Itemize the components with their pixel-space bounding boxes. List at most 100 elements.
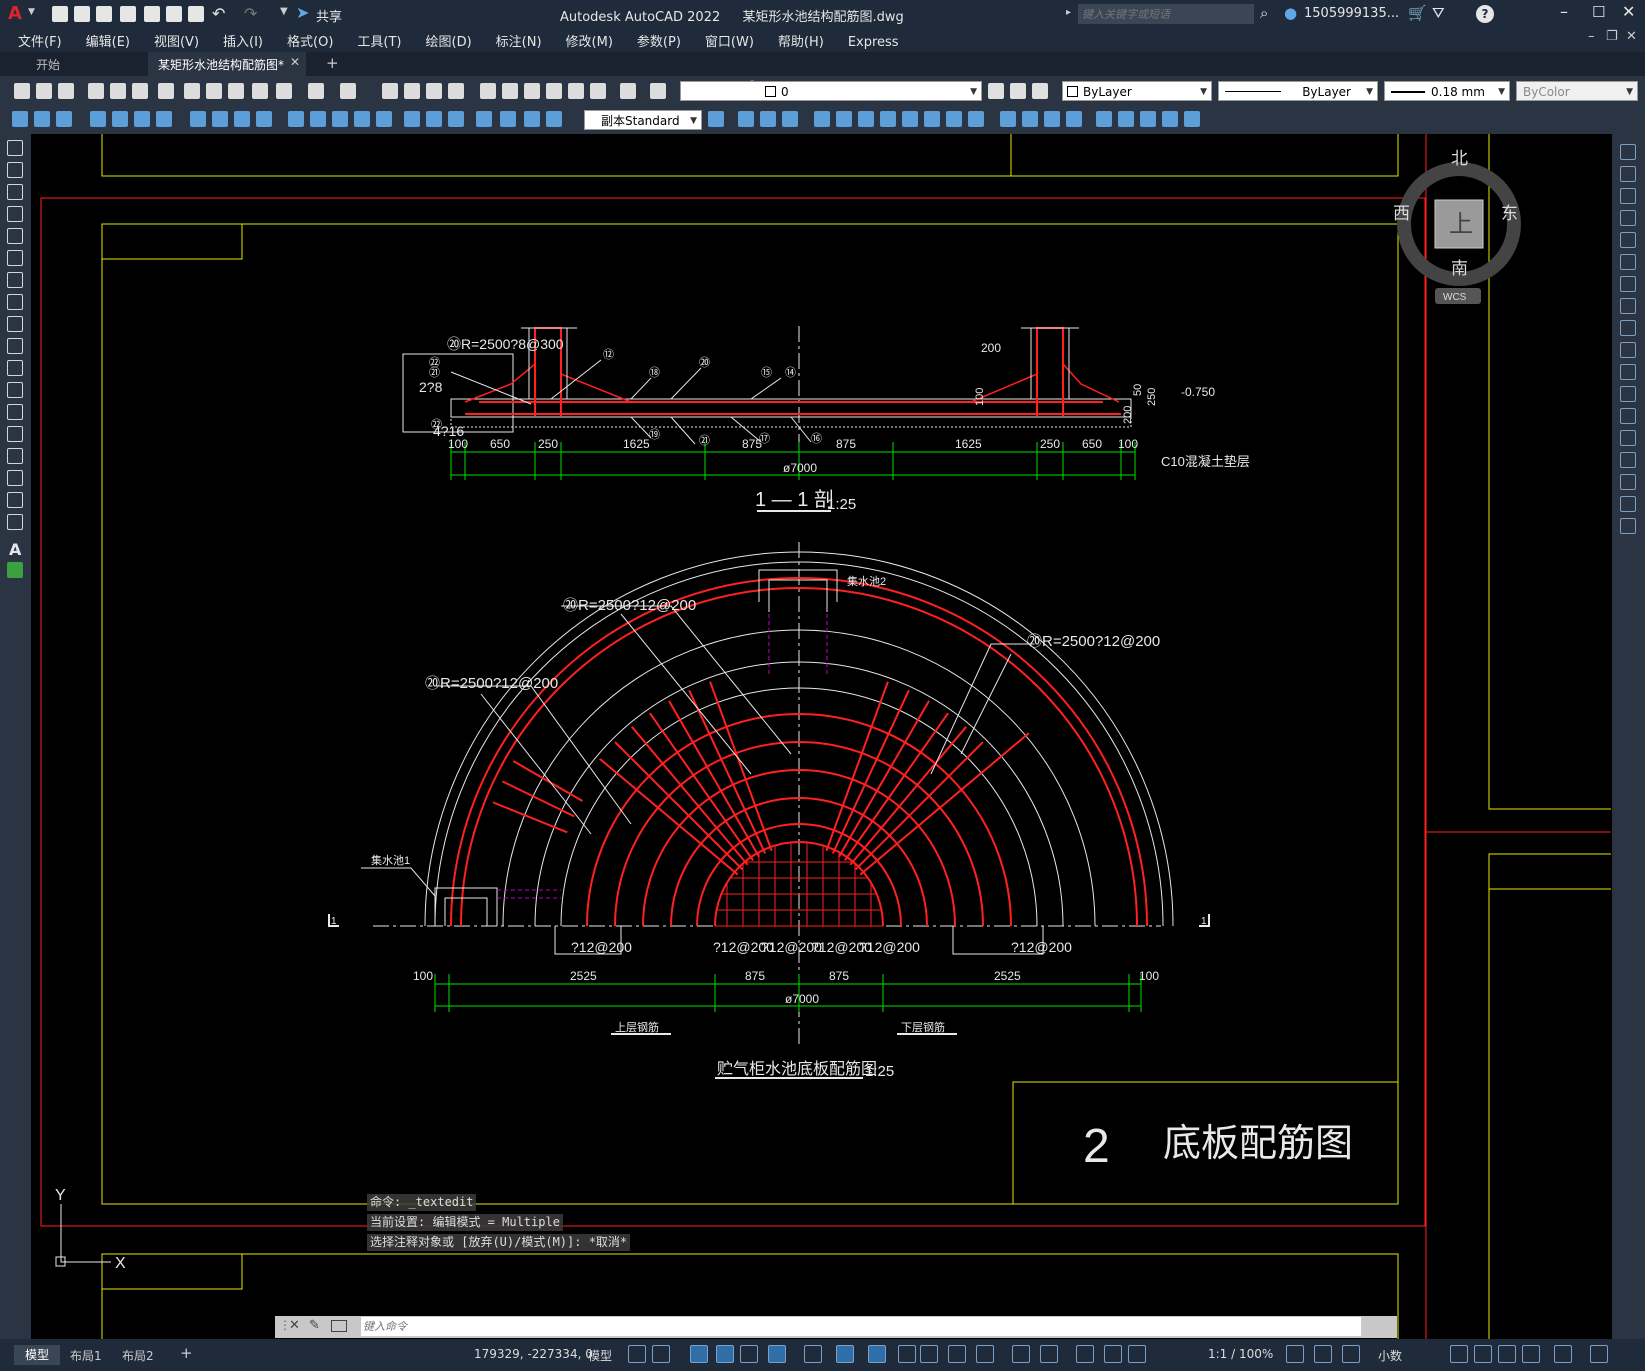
user-name[interactable]: 1505999135... [1304, 6, 1399, 21]
polyline-icon[interactable] [7, 184, 23, 200]
baseline-dim-icon[interactable] [310, 111, 326, 127]
menu-item-1[interactable]: 编辑(E) [86, 31, 130, 50]
subtract-icon[interactable] [880, 111, 896, 127]
extrude-icon[interactable] [814, 111, 830, 127]
view-icon-3[interactable] [1044, 111, 1060, 127]
calculator-icon[interactable] [590, 83, 606, 99]
text-style-dropdown[interactable]: 副本Standard ▼ [584, 110, 702, 130]
menu-item-5[interactable]: 工具(T) [357, 31, 401, 50]
selection-cycling-icon[interactable] [948, 1345, 966, 1363]
annotation-visibility-icon[interactable] [1104, 1345, 1122, 1363]
tool-palettes-icon[interactable] [524, 83, 540, 99]
visual-style-icon[interactable] [1096, 111, 1112, 127]
copy-icon[interactable] [206, 83, 222, 99]
material-icon[interactable] [1162, 111, 1178, 127]
user-icon[interactable]: ● [1284, 4, 1297, 22]
copy-object-icon[interactable] [1620, 166, 1636, 182]
insert-icon[interactable] [7, 382, 23, 398]
viewcube-south[interactable]: 南 [1451, 259, 1468, 278]
menu-item-6[interactable]: 绘图(D) [426, 31, 472, 50]
osnap-icon[interactable] [868, 1345, 886, 1363]
ellipse-arc-icon[interactable] [7, 360, 23, 376]
3d-print-icon[interactable] [158, 83, 174, 99]
point-icon[interactable] [56, 111, 72, 127]
selection-filter-icon[interactable] [1040, 1345, 1058, 1363]
explode-icon[interactable] [1620, 518, 1636, 534]
union-icon[interactable] [858, 111, 874, 127]
blend-icon[interactable] [1620, 496, 1636, 512]
mtext-icon[interactable]: A [9, 540, 21, 559]
add-layout-button[interactable]: + [180, 1344, 193, 1362]
viewcube-north[interactable]: 北 [1451, 149, 1468, 168]
grid-icon[interactable] [628, 1345, 646, 1363]
lineweight-icon[interactable] [898, 1345, 916, 1363]
command-close-icon[interactable]: ✕ [289, 1318, 300, 1333]
search-expand-icon[interactable]: ▸ [1066, 7, 1071, 18]
break-at-point-icon[interactable] [1620, 386, 1636, 402]
osnap-track-icon[interactable] [836, 1345, 854, 1363]
hardware-accel-icon[interactable] [1522, 1345, 1540, 1363]
properties-icon[interactable] [480, 83, 496, 99]
plot-preview-icon[interactable] [110, 83, 126, 99]
rotate-icon[interactable] [1620, 276, 1636, 292]
coordinate-readout[interactable]: 179329, -227334, 0 [474, 1347, 593, 1361]
jogged-linear-icon[interactable] [476, 111, 492, 127]
undo-icon[interactable]: ↶ [212, 4, 225, 23]
polar-icon[interactable] [768, 1345, 786, 1363]
auto-scale-icon[interactable] [1128, 1345, 1146, 1363]
join-icon[interactable] [1620, 430, 1636, 446]
transparency-icon[interactable] [920, 1345, 938, 1363]
help-icon[interactable]: ? [1476, 5, 1494, 23]
workspace-icon[interactable] [1286, 1345, 1304, 1363]
clean-screen-icon[interactable] [1554, 1345, 1572, 1363]
tab-start[interactable]: 开始 [0, 52, 148, 76]
viewcube-top[interactable]: 上 [1449, 211, 1473, 238]
slice-icon[interactable] [924, 111, 940, 127]
move-icon[interactable] [1620, 254, 1636, 270]
ellipse-icon[interactable] [7, 338, 23, 354]
annotation-monitor-icon[interactable] [1314, 1345, 1332, 1363]
trim-icon[interactable] [1620, 342, 1636, 358]
light-icon[interactable] [1140, 111, 1156, 127]
dim-text-edit-icon[interactable] [524, 111, 540, 127]
mirror-icon[interactable] [1620, 188, 1636, 204]
radius-dim-icon[interactable] [190, 111, 206, 127]
table-icon[interactable] [7, 514, 23, 530]
design-center-icon[interactable] [502, 83, 518, 99]
app-menu-chevron-icon[interactable]: ▼ [28, 7, 35, 17]
save-icon[interactable] [58, 83, 74, 99]
layer-dropdown[interactable]: 0 ▼ [680, 81, 982, 101]
construction-line-icon[interactable] [7, 162, 23, 178]
cart-icon[interactable]: 🛒 [1408, 4, 1427, 22]
layer-match-icon[interactable] [1032, 83, 1048, 99]
pan-icon[interactable] [382, 83, 398, 99]
tab-model[interactable]: 模型 [14, 1345, 60, 1365]
hatch-icon[interactable] [7, 448, 23, 464]
tab-layout1[interactable]: 布局1 [70, 1347, 102, 1364]
app-logo-icon[interactable]: A [8, 3, 26, 25]
plotstyle-dropdown[interactable]: ByColor ▼ [1516, 81, 1638, 101]
zoom-previous-icon[interactable] [448, 83, 464, 99]
region-icon[interactable] [7, 492, 23, 508]
aligned-dim-icon[interactable] [112, 111, 128, 127]
minimize-button[interactable]: – [1560, 2, 1568, 21]
shell-icon[interactable] [968, 111, 984, 127]
annotation-scale[interactable]: 1:1 / 100% [1208, 1347, 1273, 1361]
offset-icon[interactable] [1620, 210, 1636, 226]
search-input[interactable] [1078, 4, 1254, 24]
3d-osnap-icon[interactable] [976, 1345, 994, 1363]
camera-icon[interactable] [1184, 111, 1200, 127]
isolate-icon[interactable] [1498, 1345, 1516, 1363]
chamfer-icon[interactable] [1620, 452, 1636, 468]
viewcube-east[interactable]: 东 [1501, 204, 1518, 223]
lock-ui-icon[interactable] [1474, 1345, 1492, 1363]
intersect-icon[interactable] [902, 111, 918, 127]
units-icon[interactable] [1342, 1345, 1360, 1363]
polygon-icon[interactable] [7, 206, 23, 222]
units-display[interactable]: 小数 [1378, 1347, 1402, 1364]
dim-edit-icon[interactable] [500, 111, 516, 127]
cut-icon[interactable] [184, 83, 200, 99]
viewcube-west[interactable]: 西 [1393, 204, 1410, 223]
command-customize-icon[interactable]: ✎ [309, 1318, 320, 1333]
render-icon[interactable] [1118, 111, 1134, 127]
